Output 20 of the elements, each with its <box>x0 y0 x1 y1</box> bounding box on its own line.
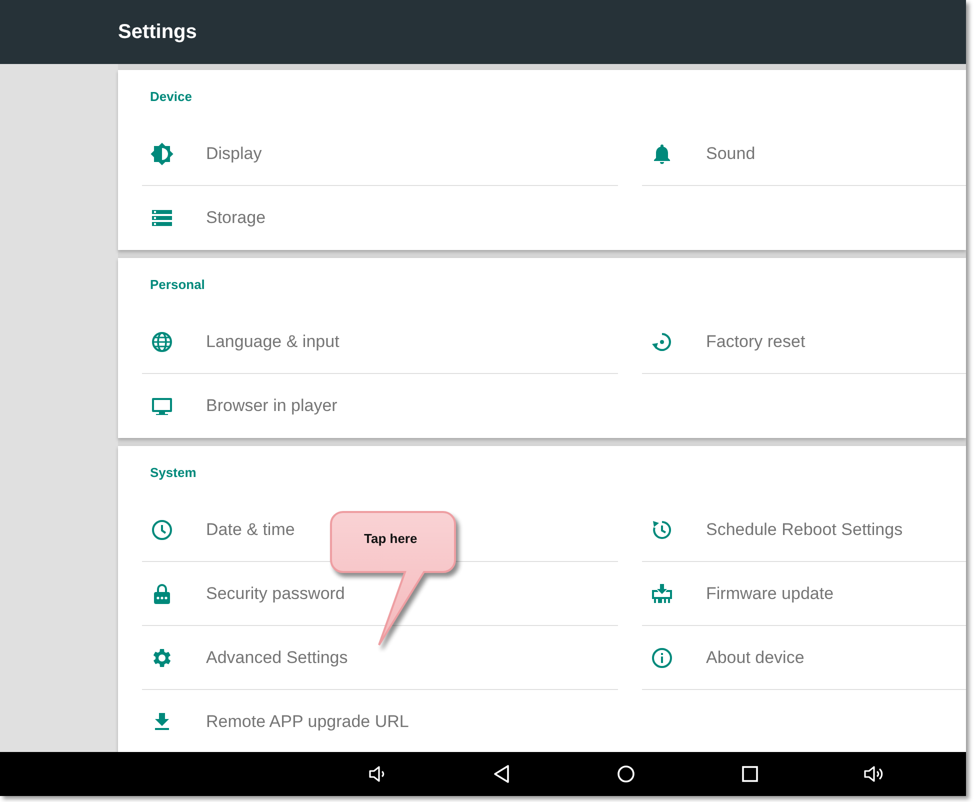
section-header: System <box>149 464 198 482</box>
settings-item[interactable]: Remote APP upgrade URL <box>142 690 618 753</box>
callout-text: Tap here <box>364 531 418 546</box>
section-header: Personal <box>149 276 206 294</box>
info-icon <box>650 646 674 670</box>
clock-icon <box>150 518 174 542</box>
settings-item[interactable]: Storage <box>142 186 618 249</box>
globe-icon <box>150 330 174 354</box>
settings-item[interactable]: Language & input <box>142 310 618 374</box>
section-header: Device <box>149 88 193 106</box>
brightness-icon <box>150 142 174 166</box>
firmware-update-icon <box>650 582 674 606</box>
settings-item[interactable]: Factory reset <box>642 310 966 374</box>
app-bar-title: Settings <box>118 20 197 44</box>
settings-item[interactable]: Firmware update <box>642 562 966 626</box>
settings-item[interactable]: Sound <box>642 122 966 186</box>
settings-item[interactable]: About device <box>642 626 966 690</box>
settings-item[interactable]: Display <box>142 122 618 186</box>
settings-item[interactable]: Browser in player <box>142 374 618 437</box>
settings-item[interactable]: Schedule Reboot Settings <box>642 498 966 562</box>
